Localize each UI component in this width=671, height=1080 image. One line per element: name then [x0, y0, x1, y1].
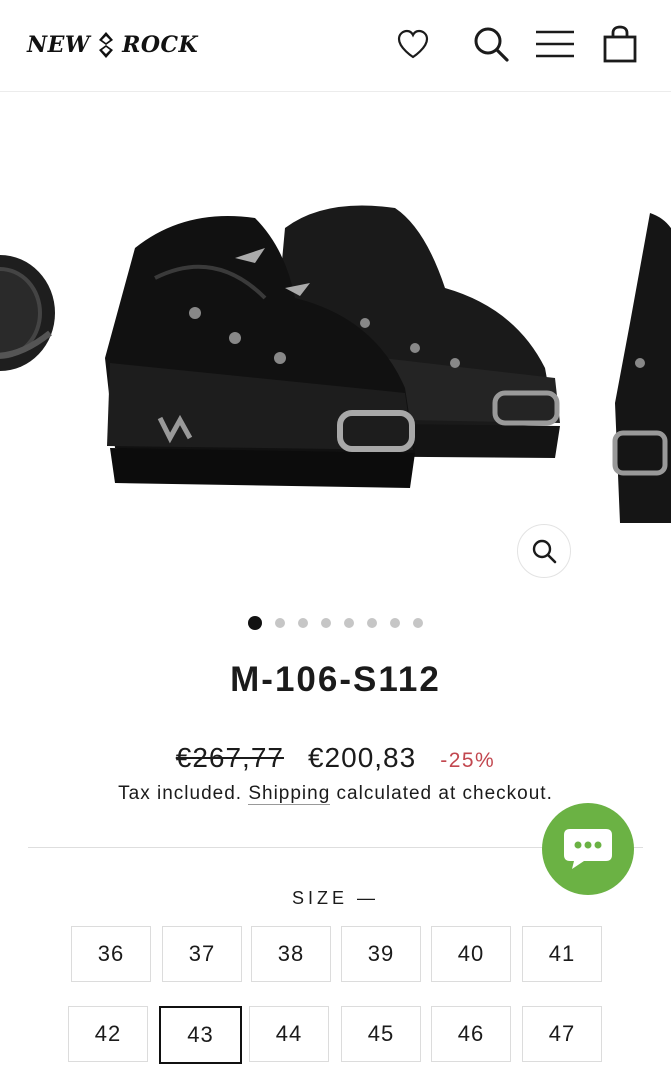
- gallery-dot[interactable]: [344, 618, 354, 628]
- gallery-dot[interactable]: [248, 616, 262, 630]
- size-option[interactable]: 44: [249, 1006, 329, 1062]
- logo-text-new: NEW: [27, 32, 91, 58]
- product-main-image: [105, 205, 560, 488]
- next-product-image: [612, 213, 671, 523]
- cart-bag-icon[interactable]: [600, 22, 640, 66]
- gallery-dot[interactable]: [275, 618, 285, 628]
- search-icon[interactable]: [471, 22, 511, 66]
- product-image-gallery[interactable]: [0, 93, 671, 593]
- gallery-dot[interactable]: [390, 618, 400, 628]
- sale-price: €200,83: [307, 742, 417, 773]
- menu-hamburger-icon[interactable]: [535, 22, 575, 66]
- discount-badge: -25%: [440, 749, 496, 772]
- size-option[interactable]: 37: [162, 926, 242, 982]
- size-option[interactable]: 36: [71, 926, 151, 982]
- original-price: €267,77: [175, 742, 284, 773]
- size-option[interactable]: 40: [431, 926, 511, 982]
- product-title: M-106-S112: [230, 660, 441, 699]
- size-label: SIZE —: [291, 888, 379, 908]
- chat-bubble-icon: [564, 829, 612, 869]
- size-option[interactable]: 46: [431, 1006, 511, 1062]
- tax-note: Tax included. Shipping calculated at che…: [0, 783, 671, 805]
- wishlist-heart-icon[interactable]: [393, 22, 433, 66]
- size-option[interactable]: 38: [251, 926, 331, 982]
- previous-product-image: [0, 255, 55, 371]
- zoom-magnifier-icon: [532, 539, 557, 564]
- size-option[interactable]: 47: [522, 1006, 602, 1062]
- size-option[interactable]: 43: [159, 1006, 242, 1064]
- chat-button[interactable]: [542, 803, 634, 895]
- brand-logo[interactable]: NEW ROCK: [27, 28, 198, 62]
- tax-suffix: calculated at checkout.: [330, 783, 553, 804]
- shipping-link[interactable]: Shipping: [248, 783, 331, 805]
- gallery-dot[interactable]: [413, 618, 423, 628]
- logo-emblem-icon: [99, 32, 114, 58]
- gallery-dot[interactable]: [321, 618, 331, 628]
- zoom-button[interactable]: [517, 524, 571, 578]
- gallery-dot[interactable]: [298, 618, 308, 628]
- size-option[interactable]: 41: [522, 926, 602, 982]
- size-option[interactable]: 45: [341, 1006, 421, 1062]
- site-header: NEW ROCK: [0, 0, 671, 92]
- gallery-dot[interactable]: [367, 618, 377, 628]
- tax-prefix: Tax included.: [118, 783, 249, 804]
- size-option[interactable]: 39: [341, 926, 421, 982]
- gallery-pagination-dots: [0, 615, 671, 631]
- logo-text-rock: ROCK: [122, 32, 199, 58]
- size-option[interactable]: 42: [68, 1006, 148, 1062]
- price-row: €267,77 €200,83 -25%: [0, 742, 671, 774]
